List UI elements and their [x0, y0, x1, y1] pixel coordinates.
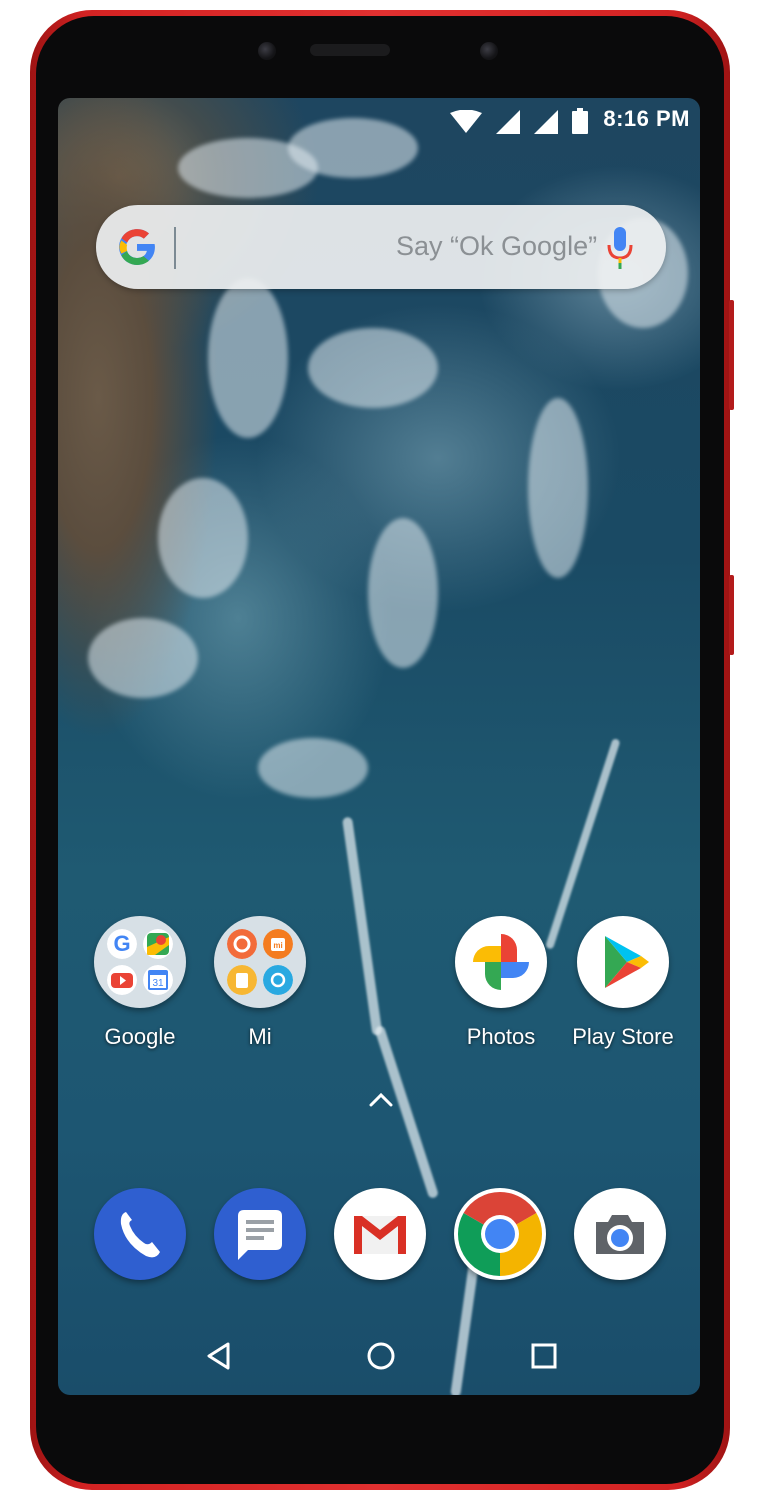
app-play-store[interactable]: Play Store	[563, 916, 683, 1050]
app-photos[interactable]: Photos	[441, 916, 561, 1050]
mic-icon[interactable]	[606, 227, 634, 269]
signal-icon	[496, 110, 520, 134]
app-label: Play Store	[572, 1024, 674, 1049]
google-folder-icon: G 31	[94, 916, 186, 1008]
proximity-sensor	[480, 42, 498, 60]
wallpaper-surf	[258, 738, 368, 798]
photos-icon	[455, 916, 547, 1008]
search-placeholder: Say “Ok Google”	[396, 231, 598, 261]
chevron-up-icon[interactable]	[368, 1090, 394, 1108]
messages-icon[interactable]	[214, 1188, 306, 1280]
play-store-icon	[577, 916, 669, 1008]
google-search-bar[interactable]: Say “Ok Google”	[96, 205, 666, 289]
app-mi-folder[interactable]: mi Mi	[200, 916, 320, 1050]
home-icon[interactable]	[360, 1335, 402, 1377]
svg-text:G: G	[113, 931, 130, 956]
navigation-bar	[58, 1317, 700, 1395]
home-screen: 8:16 PM Say “Ok Google” G 31 Google mi M…	[58, 98, 700, 1395]
home-circle	[367, 1342, 395, 1370]
back-icon[interactable]	[198, 1335, 240, 1377]
app-label: Photos	[466, 1024, 536, 1049]
wallpaper-streak	[342, 816, 383, 1036]
notes-icon	[227, 965, 257, 995]
status-icons	[450, 108, 588, 134]
app-label: Google	[104, 1024, 176, 1049]
app-label: Mi	[248, 1024, 272, 1049]
wallpaper-surf	[528, 398, 588, 578]
maps-icon	[143, 929, 173, 959]
play-triangle	[605, 936, 649, 988]
camera-body	[596, 1215, 644, 1254]
search-cursor	[174, 227, 176, 269]
chrome-logo	[457, 1192, 543, 1276]
google-g-icon: G	[107, 929, 137, 959]
mi-store-icon: mi	[263, 929, 293, 959]
power-button	[729, 575, 734, 655]
recents-icon[interactable]	[523, 1335, 565, 1377]
volume-button	[729, 300, 734, 410]
calendar-icon: 31	[143, 965, 173, 995]
svg-text:mi: mi	[273, 941, 282, 950]
wifi-icon	[450, 110, 482, 133]
mi-folder-icon: mi	[214, 916, 306, 1008]
front-camera	[258, 42, 276, 60]
wallpaper-surf	[308, 328, 438, 408]
wallpaper-surf	[368, 518, 438, 668]
google-g-icon	[119, 229, 155, 265]
message-bubble	[238, 1210, 282, 1260]
status-bar: 8:16 PM	[58, 98, 700, 138]
status-time: 8:16 PM	[603, 106, 690, 131]
phone-icon[interactable]	[94, 1188, 186, 1280]
recents-square	[531, 1343, 557, 1369]
gmail-icon[interactable]	[334, 1188, 426, 1280]
wallpaper-surf	[208, 278, 288, 438]
youtube-icon	[107, 965, 137, 995]
wallpaper-surf	[88, 618, 198, 698]
chrome-icon[interactable]	[454, 1188, 546, 1280]
back-triangle	[207, 1342, 230, 1370]
app-google-folder[interactable]: G 31 Google	[80, 916, 200, 1050]
camera-icon[interactable]	[574, 1188, 666, 1280]
phone-handset	[120, 1212, 160, 1258]
signal-icon	[534, 110, 558, 134]
mi-remote-icon	[263, 965, 293, 995]
wallpaper-streak	[374, 1024, 440, 1200]
gmail-envelope	[354, 1216, 406, 1254]
svg-text:31: 31	[152, 978, 164, 989]
earpiece	[310, 44, 390, 56]
battery-icon	[572, 108, 588, 134]
wallpaper-surf	[158, 478, 248, 598]
music-icon	[227, 929, 257, 959]
photos-pinwheel	[473, 934, 529, 990]
